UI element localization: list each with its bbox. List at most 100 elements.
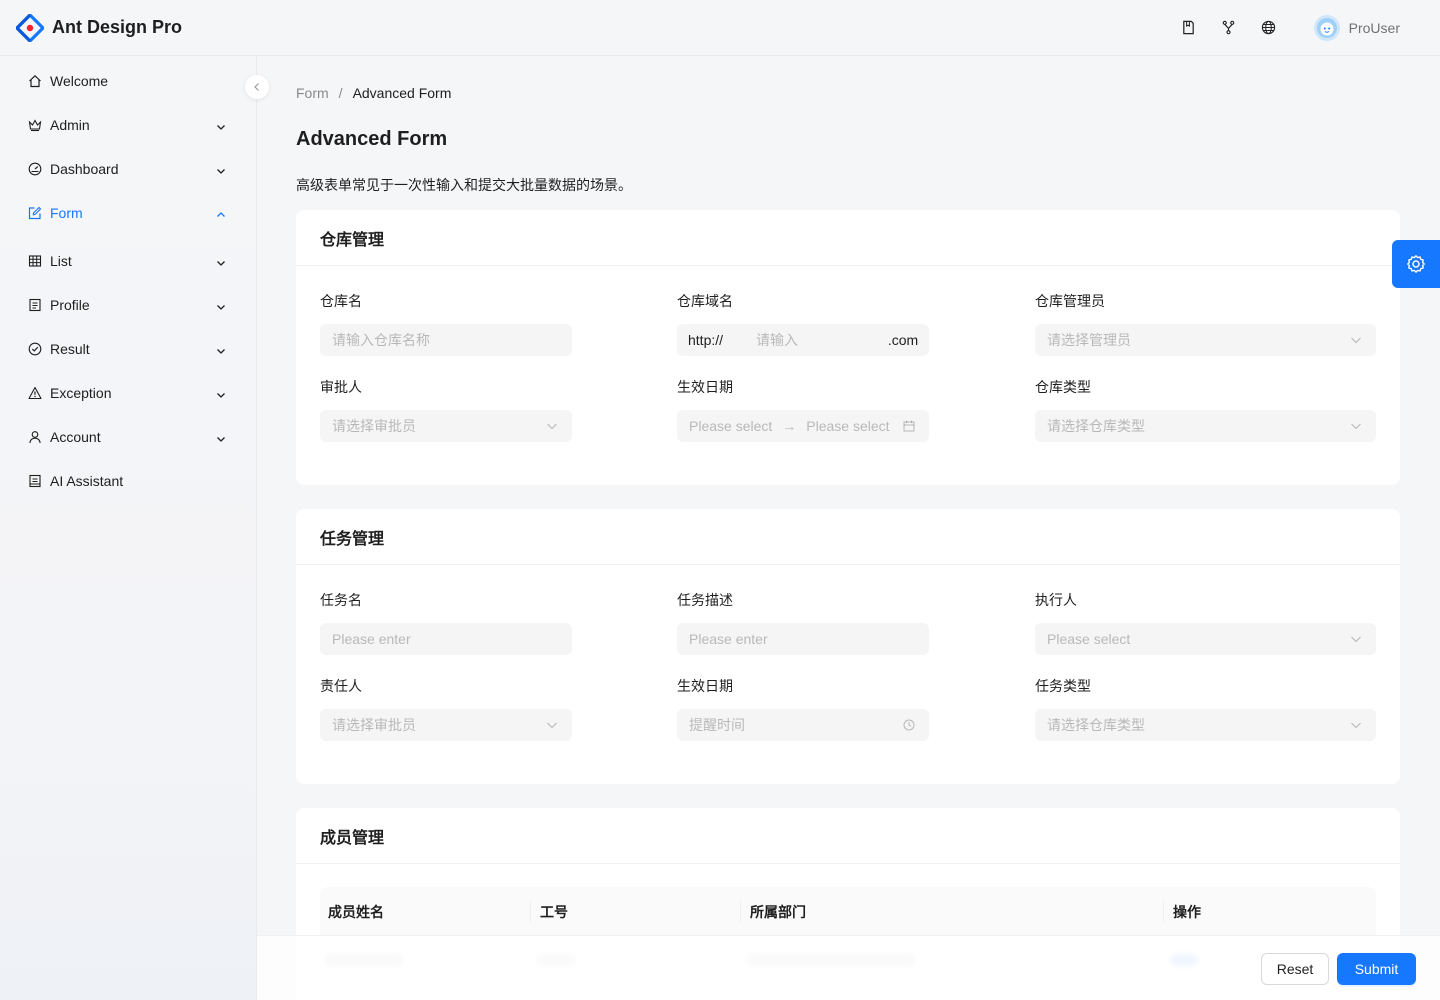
field-task-description: 任务描述 Please enter xyxy=(677,589,929,655)
domain-suffix-addon: .com xyxy=(877,324,929,356)
chevron-down-icon xyxy=(546,718,560,732)
approver-select[interactable]: 请选择审批员 xyxy=(320,410,572,442)
breadcrumb: Form / Advanced Form xyxy=(296,85,451,101)
home-icon xyxy=(28,74,42,88)
sidebar-item-exception[interactable]: Exception xyxy=(8,373,240,413)
select-placeholder: 请选择审批员 xyxy=(332,418,416,434)
field-label: 仓库名 xyxy=(320,293,362,309)
column-divider xyxy=(740,900,741,922)
doc-icon[interactable] xyxy=(1169,8,1209,48)
profile-icon xyxy=(28,298,42,312)
globe-icon[interactable] xyxy=(1249,8,1289,48)
field-task-date: 生效日期 提醒时间 xyxy=(677,675,929,741)
field-label: 任务类型 xyxy=(1035,678,1091,694)
field-task-type: 任务类型 请选择仓库类型 xyxy=(1035,675,1376,741)
warehouse-name-input[interactable]: 请输入仓库名称 xyxy=(320,324,572,356)
reset-button[interactable]: Reset xyxy=(1261,953,1329,985)
calendar-icon xyxy=(903,419,917,433)
sidebar-item-account[interactable]: Account xyxy=(8,417,240,457)
field-label: 任务名 xyxy=(320,592,362,608)
field-label: 仓库域名 xyxy=(677,293,733,309)
input-placeholder: 请输入 xyxy=(756,332,798,348)
card-title: 仓库管理 xyxy=(296,210,1400,266)
field-warehouse-type: 仓库类型 请选择仓库类型 xyxy=(1035,376,1376,442)
breadcrumb-separator: / xyxy=(338,85,343,101)
field-warehouse-name: 仓库名 请输入仓库名称 xyxy=(320,290,572,356)
crown-icon xyxy=(28,118,42,132)
chevron-down-icon xyxy=(216,163,226,174)
chevron-down-icon xyxy=(216,119,226,130)
card-title: 成员管理 xyxy=(296,808,1400,864)
warehouse-domain-input-group: http:// 请输入 .com xyxy=(677,324,929,356)
input-placeholder: 提醒时间 xyxy=(689,717,745,733)
sidebar-item-profile[interactable]: Profile xyxy=(8,285,240,325)
select-placeholder: 请选择审批员 xyxy=(332,717,416,733)
form-icon xyxy=(28,206,42,220)
sidebar-item-label: Welcome xyxy=(50,73,109,89)
field-label: 仓库管理员 xyxy=(1035,293,1105,309)
chevron-down-icon xyxy=(1350,333,1364,347)
executor-select[interactable]: Please select xyxy=(1035,623,1376,655)
field-executor: 执行人 Please select xyxy=(1035,589,1376,655)
sidebar-collapse-button[interactable] xyxy=(245,75,269,99)
robot-icon xyxy=(28,474,42,488)
field-label: 执行人 xyxy=(1035,592,1077,608)
select-placeholder: 请选择管理员 xyxy=(1047,332,1131,348)
column-divider xyxy=(530,900,531,922)
sidebar-item-label: Admin xyxy=(50,117,90,133)
sidebar-item-form[interactable]: Form xyxy=(8,193,240,233)
warehouse-domain-input[interactable]: 请输入 xyxy=(745,324,877,356)
owner-select[interactable]: 请选择审批员 xyxy=(320,709,572,741)
field-task-name: 任务名 Please enter xyxy=(320,589,572,655)
sidebar-item-label: Profile xyxy=(50,297,90,313)
date-end-placeholder: Please select xyxy=(806,418,890,434)
fork-icon[interactable] xyxy=(1209,8,1249,48)
date-start-placeholder: Please select xyxy=(689,418,773,434)
sidebar: Welcome Admin Dashboard Form List Profil… xyxy=(0,56,269,1000)
input-placeholder: Please enter xyxy=(689,631,768,647)
field-owner: 责任人 请选择审批员 xyxy=(320,675,572,741)
sidebar-item-list[interactable]: List xyxy=(8,241,240,281)
clock-icon xyxy=(903,718,917,732)
app-title: Ant Design Pro xyxy=(52,17,183,37)
sidebar-item-admin[interactable]: Admin xyxy=(8,105,240,145)
field-label: 生效日期 xyxy=(677,678,733,694)
field-label: 审批人 xyxy=(320,379,362,395)
reminder-time-picker[interactable]: 提醒时间 xyxy=(677,709,929,741)
breadcrumb-link-form[interactable]: Form xyxy=(296,85,329,101)
chevron-down-icon xyxy=(1350,632,1364,646)
gear-icon xyxy=(1407,255,1425,273)
submit-button[interactable]: Submit xyxy=(1337,953,1416,985)
task-name-input[interactable]: Please enter xyxy=(320,623,572,655)
top-header: Ant Design Pro ProUser xyxy=(0,0,1440,56)
sidebar-item-label: Exception xyxy=(50,385,112,401)
field-label: 仓库类型 xyxy=(1035,379,1091,395)
column-header-name: 成员姓名 xyxy=(328,904,384,920)
app-logo[interactable]: Ant Design Pro xyxy=(16,13,183,42)
warehouse-manager-select[interactable]: 请选择管理员 xyxy=(1035,324,1376,356)
sidebar-item-result[interactable]: Result xyxy=(8,329,240,369)
user-menu[interactable]: ProUser xyxy=(1313,14,1400,41)
sidebar-item-dashboard[interactable]: Dashboard xyxy=(8,149,240,189)
field-warehouse-domain: 仓库域名 http:// 请输入 .com xyxy=(677,290,929,356)
settings-drawer-button[interactable] xyxy=(1392,240,1440,288)
chevron-down-icon xyxy=(216,299,226,310)
chevron-down-icon xyxy=(216,387,226,398)
table-icon xyxy=(28,254,42,268)
sidebar-item-ai-assistant[interactable]: AI Assistant xyxy=(8,461,240,501)
sidebar-item-label: List xyxy=(50,253,72,269)
field-approver: 审批人 请选择审批员 xyxy=(320,376,572,442)
task-type-select[interactable]: 请选择仓库类型 xyxy=(1035,709,1376,741)
sidebar-item-label: Dashboard xyxy=(50,161,119,177)
input-placeholder: Please enter xyxy=(332,631,411,647)
sidebar-item-label: AI Assistant xyxy=(50,473,124,489)
column-header-action: 操作 xyxy=(1173,904,1201,920)
task-description-input[interactable]: Please enter xyxy=(677,623,929,655)
warehouse-type-select[interactable]: 请选择仓库类型 xyxy=(1035,410,1376,442)
chevron-down-icon xyxy=(1350,718,1364,732)
sidebar-item-label: Form xyxy=(50,205,83,221)
sidebar-item-welcome[interactable]: Welcome xyxy=(8,61,240,101)
username: ProUser xyxy=(1348,19,1400,36)
page-description: 高级表单常见于一次性输入和提交大批量数据的场景。 xyxy=(296,177,632,193)
date-range-picker[interactable]: Please select → Please select xyxy=(677,410,929,442)
